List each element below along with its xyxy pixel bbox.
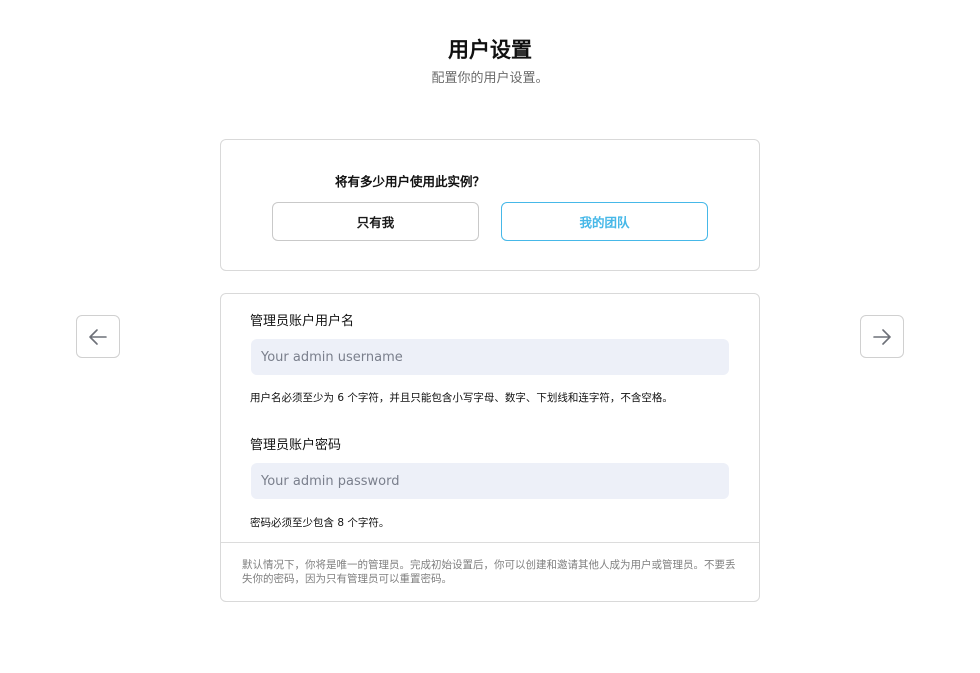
admin-footnote: 默认情况下，你将是唯一的管理员。完成初始设置后，你可以创建和邀请其他人成为用户或… bbox=[242, 559, 736, 585]
admin-account-card: 管理员账户用户名 用户名必须至少为 6 个字符，并且只能包含小写字母、数字、下划… bbox=[220, 293, 760, 602]
page-subtitle: 配置你的用户设置。 bbox=[431, 71, 549, 86]
user-count-card: 将有多少用户使用此实例？ 只有我 我的团队 bbox=[220, 139, 760, 271]
arrow-right-icon bbox=[871, 326, 893, 348]
user-count-question: 将有多少用户使用此实例？ bbox=[335, 174, 486, 189]
page-title: 用户设置 bbox=[448, 38, 532, 62]
password-input[interactable] bbox=[251, 463, 729, 499]
username-hint: 用户名必须至少为 6 个字符，并且只能包含小写字母、数字、下划线和连字符，不含空… bbox=[250, 392, 673, 404]
page-header: 用户设置 配置你的用户设置。 bbox=[0, 36, 980, 88]
password-hint: 密码必须至少包含 8 个字符。 bbox=[250, 517, 390, 529]
previous-step-button[interactable] bbox=[76, 315, 120, 358]
my-team-option[interactable]: 我的团队 bbox=[501, 202, 708, 241]
username-label: 管理员账户用户名 bbox=[250, 314, 355, 329]
just-me-option[interactable]: 只有我 bbox=[272, 202, 479, 241]
username-input[interactable] bbox=[251, 339, 729, 375]
password-label: 管理员账户密码 bbox=[250, 438, 342, 453]
next-step-button[interactable] bbox=[860, 315, 904, 358]
card-divider bbox=[221, 542, 759, 543]
arrow-left-icon bbox=[87, 326, 109, 348]
